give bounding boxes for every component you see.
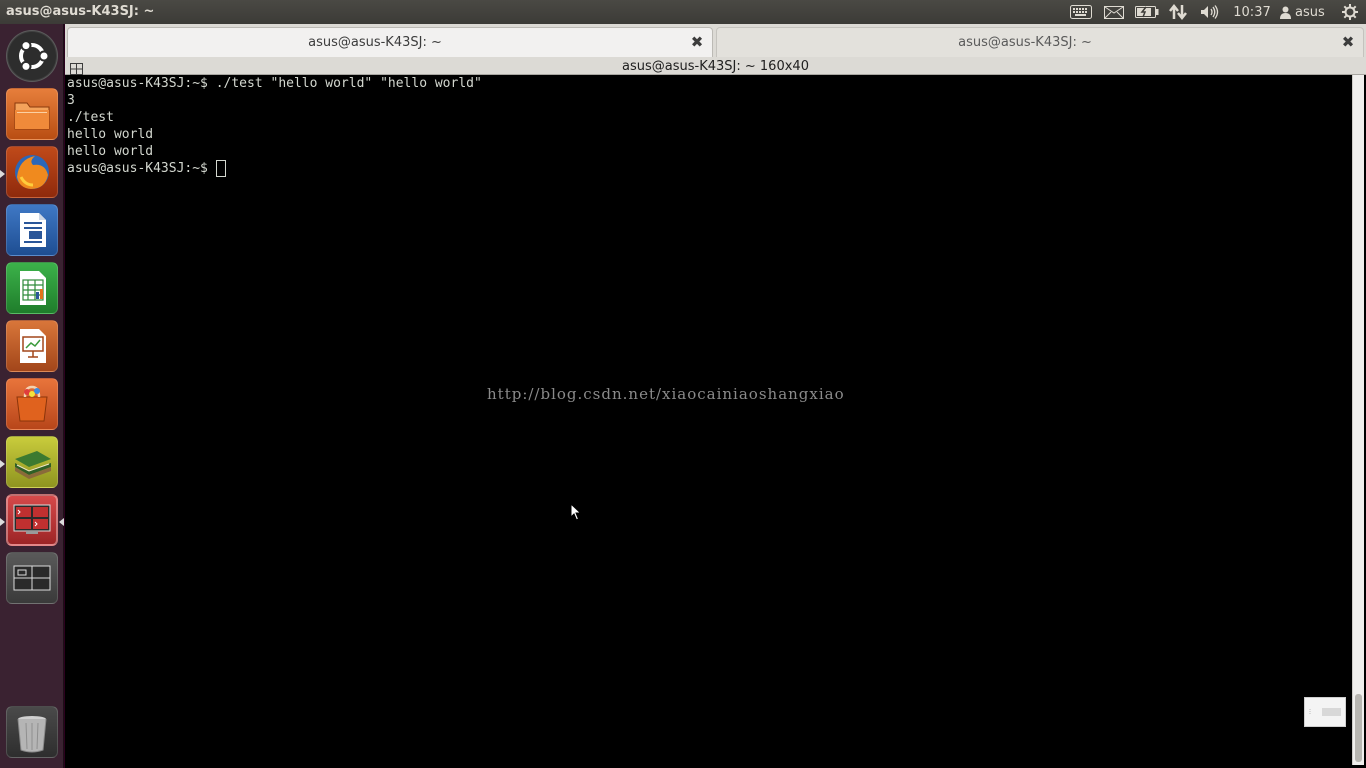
- tab-close-icon[interactable]: ✖: [1339, 33, 1357, 51]
- ubuntu-dash-icon[interactable]: [6, 30, 58, 82]
- power-icon[interactable]: [1338, 0, 1362, 24]
- software-center-icon[interactable]: [6, 378, 58, 430]
- keyboard-icon[interactable]: [1068, 0, 1094, 24]
- running-indicator: [0, 518, 5, 526]
- active-window-title: asus@asus-K43SJ: ~: [6, 4, 155, 19]
- firefox-icon[interactable]: [6, 146, 58, 198]
- top-panel: asus@asus-K43SJ: ~ 10:37 asus: [0, 0, 1366, 24]
- terminal-title-bar: asus@asus-K43SJ: ~ 160x40: [65, 58, 1366, 75]
- book-reader-icon[interactable]: [6, 436, 58, 488]
- terminal-line: hello world: [67, 127, 154, 142]
- files-icon[interactable]: [6, 88, 58, 140]
- tab-1[interactable]: asus@asus-K43SJ: ~ ✖: [67, 27, 713, 57]
- terminal-line: hello world: [67, 144, 154, 159]
- terminal-icon[interactable]: [6, 494, 58, 546]
- workspace-switcher-icon[interactable]: [6, 552, 58, 604]
- terminal-prompt: asus@asus-K43SJ:~$: [67, 161, 216, 176]
- watermark: http://blog.csdn.net/xiaocainiaoshangxia…: [487, 385, 845, 403]
- terminal-line: ./test: [67, 110, 114, 125]
- mail-icon[interactable]: [1102, 0, 1126, 24]
- tab-label: asus@asus-K43SJ: ~: [958, 35, 1092, 50]
- focused-indicator: [59, 518, 64, 526]
- input-method-widget[interactable]: [1304, 697, 1346, 727]
- tab-2[interactable]: asus@asus-K43SJ: ~ ✖: [716, 27, 1364, 57]
- libreoffice-impress-icon[interactable]: [6, 320, 58, 372]
- running-indicator: [0, 170, 5, 178]
- tab-label: asus@asus-K43SJ: ~: [308, 35, 442, 50]
- terminal-line: asus@asus-K43SJ:~$ ./test "hello world" …: [67, 76, 482, 91]
- tab-bar: asus@asus-K43SJ: ~ ✖ asus@asus-K43SJ: ~ …: [65, 24, 1366, 58]
- terminal-output[interactable]: asus@asus-K43SJ:~$ ./test "hello world" …: [67, 75, 1351, 765]
- tab-close-icon[interactable]: ✖: [688, 33, 706, 51]
- launcher: [0, 24, 64, 768]
- user-name: asus: [1295, 4, 1325, 20]
- libreoffice-calc-icon[interactable]: [6, 262, 58, 314]
- user-icon: [1280, 6, 1291, 19]
- terminal-line: 3: [67, 93, 75, 108]
- terminal-scrollbar[interactable]: [1352, 75, 1364, 765]
- mouse-pointer-icon: [570, 502, 582, 525]
- running-indicator: [0, 460, 5, 468]
- volume-icon[interactable]: [1198, 0, 1222, 24]
- battery-icon[interactable]: [1134, 0, 1160, 24]
- terminal-title: asus@asus-K43SJ: ~ 160x40: [622, 59, 809, 74]
- trash-icon[interactable]: [6, 706, 58, 758]
- terminal-cursor: [215, 160, 226, 177]
- network-icon[interactable]: [1166, 0, 1190, 24]
- user-menu[interactable]: asus: [1280, 0, 1330, 24]
- terminal-prompt-line[interactable]: asus@asus-K43SJ:~$: [67, 160, 1351, 177]
- clock[interactable]: 10:37: [1232, 0, 1272, 24]
- scrollbar-thumb[interactable]: [1355, 694, 1362, 762]
- libreoffice-writer-icon[interactable]: [6, 204, 58, 256]
